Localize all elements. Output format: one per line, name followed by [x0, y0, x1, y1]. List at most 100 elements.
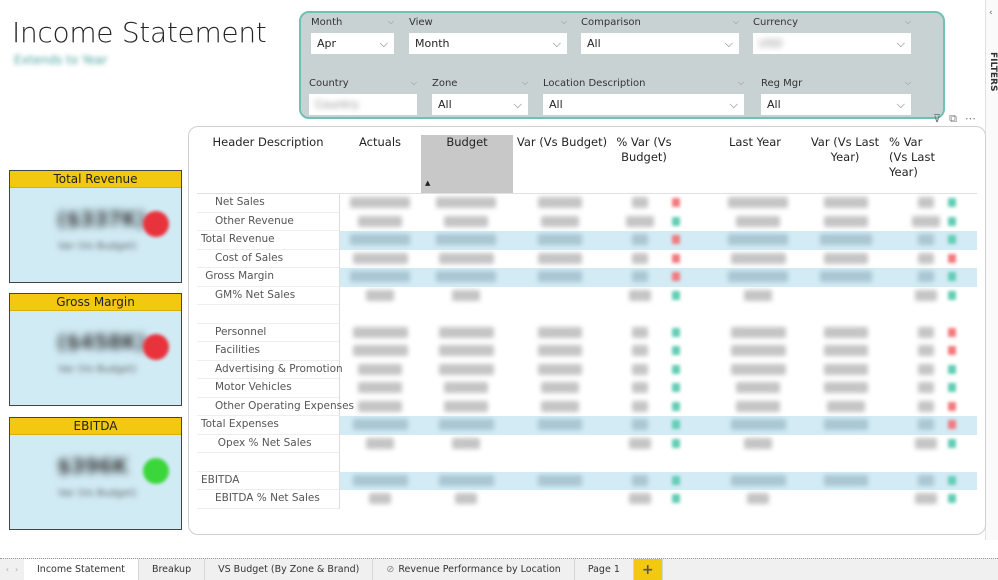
- row-values: [340, 213, 977, 232]
- more-options-icon[interactable]: ⋯: [965, 112, 976, 126]
- trend-down-icon: [948, 401, 956, 411]
- trend-up-icon: [672, 401, 680, 411]
- table-row[interactable]: EBITDA % Net Sales: [197, 490, 979, 509]
- table-row[interactable]: EBITDA: [197, 471, 979, 490]
- trend-up-icon: [948, 290, 956, 300]
- cell-value: [538, 419, 582, 430]
- slicer-zone: Zone ⌵ All ⌵: [432, 76, 528, 115]
- cell-value: [730, 252, 786, 264]
- table-row[interactable]: Opex % Net Sales: [197, 435, 979, 453]
- row-label: Cost of Sales: [215, 251, 284, 264]
- location-description-dropdown[interactable]: All ⌵: [543, 94, 744, 115]
- table-row[interactable]: Cost of Sales: [197, 250, 979, 268]
- row-label: Total Revenue: [201, 233, 275, 245]
- table-row[interactable]: Other Operating Expenses: [197, 398, 979, 416]
- cell-value: [631, 382, 649, 393]
- chevron-down-icon[interactable]: ⌵: [738, 78, 744, 88]
- chevron-down-icon[interactable]: ⌵: [388, 17, 394, 27]
- cell-value: [540, 382, 580, 393]
- column-header-pct-var-vs-budget[interactable]: % Var (Vs Budget): [613, 135, 675, 193]
- kpi-card-total-revenue: Total Revenue ($337K) Var (Vs Budget): [9, 170, 182, 283]
- table-row[interactable]: Facilities: [197, 342, 979, 361]
- tab-breakup[interactable]: Breakup: [139, 559, 206, 580]
- row-label: Facilities: [215, 344, 260, 356]
- trend-down-icon: [948, 253, 956, 263]
- tab-page-1[interactable]: Page 1: [575, 559, 634, 580]
- cell-value: [915, 493, 937, 504]
- trend-up-icon: [672, 290, 680, 300]
- column-header-pct-var-vs-last-year[interactable]: % Var (Vs Last Year): [889, 135, 939, 193]
- chevron-left-icon[interactable]: ‹: [989, 8, 993, 18]
- comparison-dropdown[interactable]: All ⌵: [581, 33, 739, 54]
- cell-value: [349, 197, 411, 208]
- cell-value: [358, 382, 402, 393]
- chevron-down-icon[interactable]: ⌵: [411, 78, 417, 88]
- table-row[interactable]: [197, 305, 979, 324]
- row-label: Advertising & Promotion: [215, 362, 343, 375]
- cell-value: [632, 474, 648, 486]
- cell-value: [538, 474, 582, 486]
- zone-dropdown[interactable]: All ⌵: [432, 94, 528, 115]
- row-values: [340, 342, 977, 361]
- table-row[interactable]: Net Sales: [197, 194, 979, 213]
- slicer-value: All: [549, 98, 563, 111]
- filter-icon[interactable]: ⊽: [933, 112, 941, 126]
- trend-up-icon: [948, 272, 956, 281]
- trend-down-icon: [948, 327, 956, 337]
- focus-mode-icon[interactable]: ⧉: [949, 112, 957, 126]
- cell-value: [632, 234, 648, 245]
- cell-value: [744, 437, 772, 449]
- table-row[interactable]: Personnel: [197, 324, 979, 342]
- cell-value: [632, 252, 648, 264]
- filters-pane[interactable]: ‹ FILTERS: [985, 0, 998, 540]
- trend-up-icon: [672, 420, 680, 429]
- tab-revenue-performance[interactable]: ⊘ Revenue Performance by Location: [373, 559, 575, 580]
- country-dropdown[interactable]: Country: [309, 94, 417, 115]
- chevron-down-icon[interactable]: ⌵: [561, 17, 567, 27]
- card-subtitle: Var (Vs Budget): [58, 364, 137, 375]
- row-label: Total Expenses: [201, 418, 279, 430]
- reg-mgr-dropdown[interactable]: All ⌵: [761, 94, 911, 115]
- column-header-var-vs-last-year[interactable]: Var (Vs Last Year): [801, 135, 889, 193]
- column-header-var-vs-budget[interactable]: Var (Vs Budget): [515, 135, 609, 193]
- table-row[interactable]: Advertising & Promotion: [197, 361, 979, 379]
- column-header-actuals[interactable]: Actuals: [339, 135, 421, 193]
- column-header-budget[interactable]: Budget ▲: [421, 135, 513, 193]
- month-dropdown[interactable]: Apr ⌵: [311, 33, 394, 54]
- card-title: EBITDA: [10, 418, 181, 435]
- table-row[interactable]: GM% Net Sales: [197, 287, 979, 306]
- tab-income-statement[interactable]: Income Statement: [24, 559, 139, 580]
- cell-value: [918, 419, 934, 430]
- cell-value: [538, 345, 582, 356]
- cell-value: [824, 474, 868, 486]
- table-row[interactable]: Total Expenses: [197, 416, 979, 435]
- trend-up-icon: [948, 235, 956, 244]
- column-header-last-year[interactable]: Last Year: [711, 135, 799, 193]
- chevron-left-icon[interactable]: ‹: [6, 565, 9, 574]
- cell-value: [730, 326, 786, 338]
- chevron-down-icon[interactable]: ⌵: [522, 78, 528, 88]
- card-value: ($337K): [57, 207, 147, 231]
- cell-value: [540, 215, 580, 227]
- trend-down-icon: [948, 420, 956, 429]
- chevron-right-icon[interactable]: ›: [15, 565, 18, 574]
- chevron-down-icon[interactable]: ⌵: [905, 78, 911, 88]
- add-page-button[interactable]: +: [633, 559, 663, 580]
- column-header-description[interactable]: Header Description: [209, 135, 327, 193]
- table-row[interactable]: Total Revenue: [197, 231, 979, 250]
- card-title: Total Revenue: [10, 171, 181, 188]
- chevron-down-icon[interactable]: ⌵: [905, 17, 911, 27]
- table-row[interactable]: Motor Vehicles: [197, 379, 979, 398]
- row-values: [340, 287, 977, 306]
- table-row[interactable]: [197, 453, 979, 472]
- currency-dropdown[interactable]: USD ⌵: [753, 33, 911, 54]
- cell-value: [824, 326, 868, 338]
- table-row[interactable]: Gross Margin: [197, 268, 979, 287]
- cell-value: [438, 252, 494, 264]
- table-row[interactable]: Other Revenue: [197, 213, 979, 232]
- slicer-label: View: [409, 16, 433, 28]
- row-divider: [197, 507, 339, 509]
- tab-vs-budget[interactable]: VS Budget (By Zone & Brand): [205, 559, 374, 580]
- chevron-down-icon[interactable]: ⌵: [733, 17, 739, 27]
- view-dropdown[interactable]: Month ⌵: [409, 33, 567, 54]
